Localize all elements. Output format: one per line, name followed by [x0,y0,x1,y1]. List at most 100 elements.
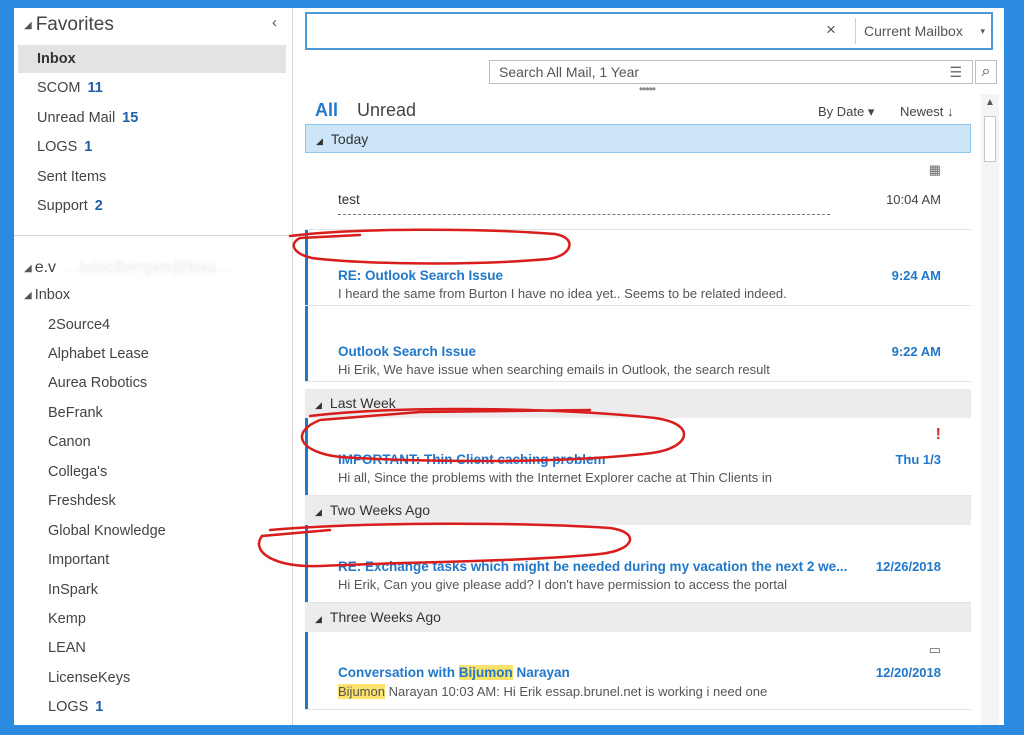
message-time: Thu 1/3 [895,452,941,467]
favorite-item-sent-items[interactable]: Sent Items [18,163,286,191]
message-subject: RE: Exchange tasks which might be needed… [338,559,848,574]
expand-triangle-icon[interactable]: ◢ [24,263,32,274]
search-all-mail-label: Search All Mail, 1 Year [499,64,640,80]
message-subject: RE: Outlook Search Issue [338,268,504,283]
search-icon: ⌕ [981,63,991,80]
folder-pane: ◢ Favorites ‹ Inbox SCOM 11 Unread Mail 15… [14,8,293,725]
message-list: ◢ Today ▦ test 10:04 AM RE: Outlook Searc… [305,124,971,725]
folder-label: Canon [48,434,91,450]
folder-item[interactable]: LEAN [48,635,86,661]
search-button[interactable]: ⌕ [975,60,997,84]
folder-label: Aurea Robotics [48,375,148,391]
collapse-triangle-icon[interactable]: ◢ [315,507,322,517]
message-row[interactable]: ▦ test 10:04 AM [305,154,971,230]
close-icon[interactable]: × [826,20,836,40]
chevron-down-icon: ▾ [980,26,985,36]
folder-label: LicenseKeys [48,670,131,686]
folder-item[interactable]: BeFrank [48,400,103,426]
resize-grip-icon[interactable]: ••••• [639,82,656,96]
message-preview: Hi all, Since the problems with the Inte… [338,470,773,485]
folder-item[interactable]: Important [48,547,109,573]
collapse-pane-icon[interactable]: ‹ [272,14,277,31]
importance-icon: ! [935,426,941,443]
message-subject: IMPORTANT: Thin Client caching problem [338,452,606,467]
group-header-three-weeks-ago[interactable]: ◢ Three Weeks Ago [305,603,971,632]
group-label: Today [330,131,369,147]
folder-label: Important [48,552,110,568]
folder-item[interactable]: LOGS 1 [48,694,103,720]
message-preview: Hi Erik, Can you give please add? I don'… [338,577,788,592]
message-row[interactable]: ! IMPORTANT: Thin Client caching problem… [305,418,971,496]
message-row[interactable]: RE: Outlook Search Issue 9:24 AM I heard… [305,230,971,306]
group-header-last-week[interactable]: ◢ Last Week [305,389,971,418]
favorite-item-inbox[interactable]: Inbox [18,45,286,73]
conversation-icon: ▭ [928,642,941,657]
group-label: Three Weeks Ago [329,609,441,625]
folder-item[interactable]: Canon [48,429,91,455]
collapse-triangle-icon[interactable]: ◢ [315,400,322,410]
outlook-window: ◢ Favorites ‹ Inbox SCOM 11 Unread Mail 15… [14,8,1004,725]
account-name: e.v [34,259,57,276]
account-email-redacted: ...luisclbergen@bau... [65,259,232,276]
favorite-item-unread-mail[interactable]: Unread Mail 15 [18,104,286,132]
message-time: 10:04 AM [886,192,941,207]
favorite-item-support[interactable]: Support 2 [18,192,286,220]
account-header[interactable]: ◢ e.v ...luisclbergen@bau... [24,259,231,277]
message-preview: I heard the same from Burton I have no i… [338,286,787,301]
folder-item[interactable]: Global Knowledge [48,518,166,544]
message-subject: Conversation with Bijumon Narayan [338,665,570,680]
subject-text: Conversation with [338,665,459,680]
meeting-icon: ▦ [928,162,941,177]
vertical-scrollbar[interactable]: ▲ [981,94,999,725]
folder-item[interactable]: Aurea Robotics [48,370,147,396]
folder-label: Collega's [48,464,108,480]
folder-label: Inbox [34,287,71,303]
folder-item[interactable]: 2Source4 [48,312,110,338]
group-label: Last Week [329,395,396,411]
folder-item[interactable]: Freshdesk [48,488,116,514]
unread-count: 11 [87,80,103,96]
pane-divider [14,235,292,236]
collapse-triangle-icon[interactable]: ◢ [315,614,322,624]
favorite-item-logs[interactable]: LOGS 1 [18,133,286,161]
folder-label: LOGS [48,699,89,715]
favorites-header[interactable]: ◢ Favorites [24,14,114,36]
favorite-item-label: Support [37,198,88,214]
favorite-item-scom[interactable]: SCOM 11 [18,74,286,102]
scroll-up-icon[interactable]: ▲ [981,94,999,112]
folder-label: Freshdesk [48,493,116,509]
search-all-mail-dropdown[interactable]: Search All Mail, 1 Year ☰ [489,60,973,84]
message-time: 9:24 AM [891,268,941,283]
collapse-triangle-icon[interactable]: ◢ [316,136,323,146]
unread-count: 1 [95,699,104,715]
message-subject: test [338,192,360,207]
search-highlight: Bijumon [458,665,513,680]
folder-item[interactable]: InSpark [48,577,98,603]
filter-icon[interactable]: ☰ [949,61,962,83]
group-header-today[interactable]: ◢ Today [305,124,971,153]
sort-order-button[interactable]: Newest ↓ [900,104,953,119]
search-highlight: Bijumon [338,684,385,699]
folder-item[interactable]: Kemp [48,606,86,632]
unread-count: 2 [94,198,103,214]
folder-label: Kemp [48,611,86,627]
folder-item[interactable]: Collega's [48,459,107,485]
expand-triangle-icon[interactable]: ◢ [24,290,32,301]
tab-unread[interactable]: Unread [357,100,416,121]
sort-by-dropdown[interactable]: By Date ▾ [818,104,874,120]
search-input[interactable] [313,18,837,46]
message-row[interactable]: RE: Exchange tasks which might be needed… [305,525,971,603]
folder-inbox[interactable]: ◢ Inbox [24,287,70,303]
expand-triangle-icon[interactable]: ◢ [24,20,32,31]
preview-text: Narayan 10:03 AM: Hi Erik essap.brunel.n… [384,684,768,699]
tab-all[interactable]: All [315,100,338,121]
group-header-two-weeks-ago[interactable]: ◢ Two Weeks Ago [305,496,971,525]
folder-item[interactable]: Alphabet Lease [48,341,149,367]
message-time: 12/26/2018 [875,559,941,574]
message-row[interactable]: Outlook Search Issue 9:22 AM Hi Erik, We… [305,306,971,382]
search-scope-dropdown[interactable]: Current Mailbox ▾ [855,18,991,44]
folder-item[interactable]: LicenseKeys [48,665,130,691]
message-row[interactable]: ▭ Conversation with Bijumon Narayan 12/2… [305,632,971,710]
message-preview: Bijumon Narayan 10:03 AM: Hi Erik essap.… [338,684,767,699]
scrollbar-thumb[interactable] [984,116,996,162]
